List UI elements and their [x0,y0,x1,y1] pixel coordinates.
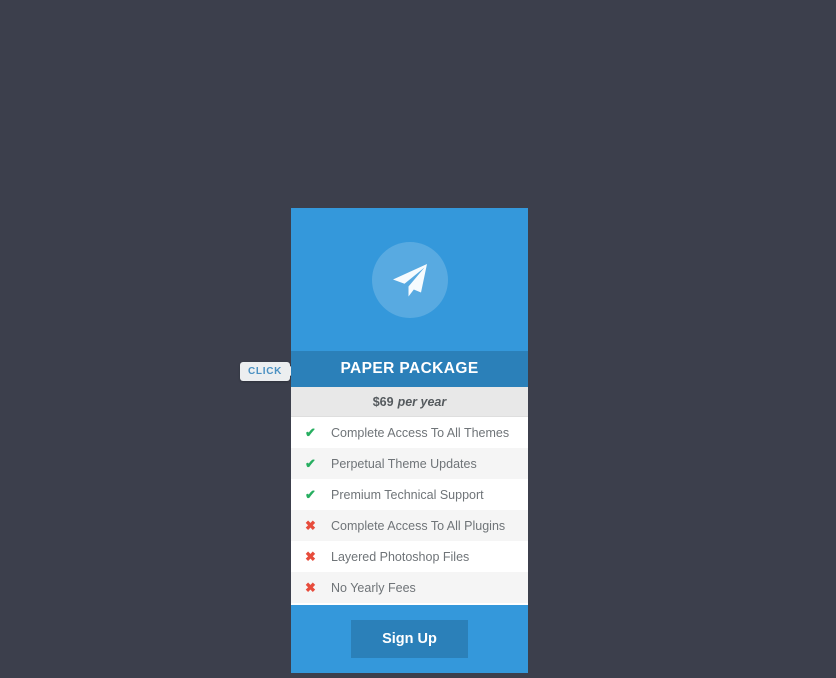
feature-list: ✔ Complete Access To All Themes ✔ Perpet… [291,417,528,603]
cross-icon: ✖ [305,580,316,595]
check-icon: ✔ [305,487,316,502]
cross-icon: ✖ [305,518,316,533]
card-footer: Sign Up [291,603,528,673]
feature-label: Premium Technical Support [331,487,484,502]
list-item: ✔ Perpetual Theme Updates [291,448,528,479]
feature-label: Layered Photoshop Files [331,549,470,564]
list-item: ✖ No Yearly Fees [291,572,528,603]
list-item: ✖ Complete Access To All Plugins [291,510,528,541]
list-item: ✔ Complete Access To All Themes [291,417,528,448]
card-icon-panel [291,208,528,351]
feature-label: Complete Access To All Themes [331,425,510,440]
check-icon: ✔ [305,425,316,440]
icon-circle [371,241,448,318]
paper-plane-icon [388,258,432,302]
list-item: ✖ Layered Photoshop Files [291,541,528,572]
click-hint-tooltip: CLICK [240,362,298,381]
check-icon: ✔ [305,456,316,471]
cross-icon: ✖ [305,549,316,564]
price-period: per year [397,394,447,409]
feature-label: No Yearly Fees [331,580,416,595]
feature-label: Complete Access To All Plugins [331,518,506,533]
price-amount: $69 [372,394,394,409]
pricing-card: PAPER PACKAGE $69 per year ✔ Complete Ac… [291,208,528,673]
sign-up-button[interactable]: Sign Up [351,620,468,658]
card-title: PAPER PACKAGE [291,351,528,387]
card-price-row: $69 per year [291,387,528,417]
list-item: ✔ Premium Technical Support [291,479,528,510]
feature-label: Perpetual Theme Updates [331,456,477,471]
click-hint-label: CLICK [248,366,283,377]
